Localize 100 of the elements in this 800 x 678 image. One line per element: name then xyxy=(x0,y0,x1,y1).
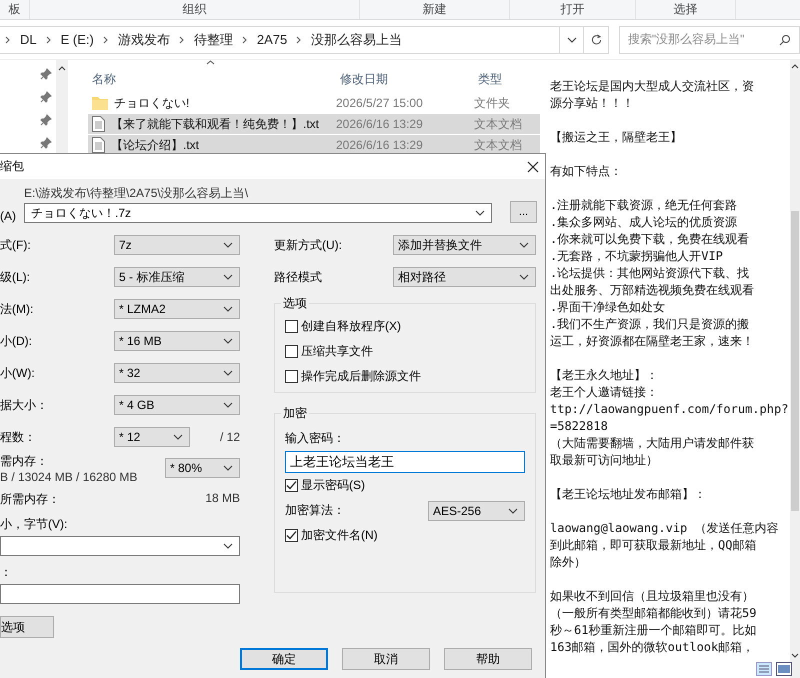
chevron-down-icon xyxy=(223,543,233,549)
preview-text-line: .集众多网站、成人论坛的优质资源 xyxy=(550,214,738,231)
ribbon-group-label[interactable]: 板 xyxy=(0,0,30,19)
browse-button[interactable]: ... xyxy=(510,201,537,223)
archive-label: (A) xyxy=(0,209,16,223)
scroll-up-icon xyxy=(791,64,799,69)
preview-text-line: .我们不生产资源，我们只是资源的搬 xyxy=(550,316,750,333)
chevron-right-icon xyxy=(295,36,304,44)
folder-icon xyxy=(92,96,108,110)
checkbox-option[interactable]: 操作完成后删除源文件 xyxy=(285,364,525,389)
file-type: 文本文档 xyxy=(474,138,523,152)
ribbon-group-label[interactable]: 选择 xyxy=(636,0,736,19)
file-date: 2026/6/16 13:29 xyxy=(336,118,424,130)
chevron-down-icon xyxy=(223,274,233,280)
field-label: 需内存： xyxy=(0,452,49,470)
field-label: 据大小： xyxy=(0,396,48,414)
chevron-down-icon xyxy=(508,508,518,514)
dropdown[interactable]: * 32 xyxy=(114,363,240,383)
ribbon-group-label[interactable]: 新建 xyxy=(360,0,510,19)
dialog-button[interactable]: 确定 xyxy=(240,648,328,670)
preview-text-line: 如果收不到回信（且垃圾箱里也没有） xyxy=(550,588,755,605)
file-type: 文本文档 xyxy=(474,118,523,130)
chevron-right-icon xyxy=(240,36,249,44)
field-label: 加密算法： xyxy=(285,502,345,519)
preview-text-line: .注册就能下载资源，绝无任何套路 xyxy=(550,197,738,214)
checkbox-option[interactable]: 加密文件名(N) xyxy=(285,523,525,548)
dropdown[interactable]: 5 - 标准压缩 xyxy=(114,267,240,287)
checkbox-option[interactable]: 创建自释放程序(X) xyxy=(285,314,525,339)
memory-detail: B / 13024 MB / 16280 MB xyxy=(0,470,138,484)
preview-text-line: 秒～61秒重新注册一个邮箱即可。比如 xyxy=(550,622,758,639)
close-icon[interactable] xyxy=(527,160,539,172)
file-date: 2026/6/16 13:29 xyxy=(336,138,424,152)
checkbox-option[interactable]: 压缩共享文件 xyxy=(285,339,525,364)
scroll-up-icon xyxy=(58,66,66,71)
breadcrumb[interactable]: DL xyxy=(16,32,41,47)
column-header[interactable]: 类型 xyxy=(474,71,534,88)
breadcrumb[interactable]: 待整理 xyxy=(190,30,237,48)
chevron-down-icon xyxy=(223,242,233,248)
field-label: 式(F): xyxy=(0,236,31,254)
file-name: 【论坛介绍】.txt xyxy=(111,138,200,152)
file-row[interactable]: 【来了就能下载和观看！纯免费！】.txt 2026/6/16 13:29 文本文档 xyxy=(88,114,540,134)
ribbon-group-label[interactable]: 打开 xyxy=(510,0,636,19)
search-icon xyxy=(779,34,791,46)
field-label: 更新方式(U): xyxy=(274,236,342,254)
dropdown[interactable]: * 80% xyxy=(165,458,240,478)
preview-text-line: 有如下特点： xyxy=(550,163,623,180)
ribbon-group-label[interactable]: 组织 xyxy=(30,0,360,19)
dialog-button[interactable]: 取消 xyxy=(342,648,430,670)
text-file-icon xyxy=(92,116,105,132)
checkmark-icon xyxy=(286,530,297,541)
field-label: 级(L): xyxy=(0,268,30,286)
breadcrumb[interactable]: E (E:) xyxy=(56,32,98,47)
pin-icon xyxy=(40,68,52,80)
breadcrumb[interactable]: 没那么容易上当 xyxy=(307,30,406,48)
dropdown[interactable]: * 16 MB xyxy=(114,331,240,351)
dropdown[interactable]: * 4 GB xyxy=(114,395,240,415)
dropdown[interactable]: 相对路径 xyxy=(393,267,536,287)
preview-text-line: 取最新可访问地址） xyxy=(550,452,659,469)
options-button[interactable]: 选项 xyxy=(0,616,54,638)
preview-text-line: 【老王永久地址】： xyxy=(550,367,659,384)
dropdown[interactable]: AES-256 xyxy=(428,500,525,520)
search-field[interactable]: 搜索"没那么容易上当" xyxy=(618,26,800,54)
preview-text-line: （大陆需要翻墙，大陆用户请发邮件获 xyxy=(550,435,755,452)
file-row[interactable]: 【论坛介绍】.txt 2026/6/16 13:29 文本文档 xyxy=(88,135,540,155)
checkbox-option[interactable]: 显示密码(S) xyxy=(285,473,525,498)
dropdown[interactable]: * LZMA2 xyxy=(114,299,240,319)
volume-size-field[interactable] xyxy=(0,536,240,556)
dialog-button[interactable]: 帮助 xyxy=(444,648,532,670)
parameters-field[interactable] xyxy=(0,584,240,604)
chevron-down-icon xyxy=(223,465,233,471)
breadcrumb[interactable]: 游戏发布 xyxy=(114,30,174,48)
chevron-right-icon xyxy=(44,36,53,44)
preview-view-icon[interactable] xyxy=(776,662,792,676)
dropdown[interactable]: 7z xyxy=(114,235,240,255)
field-label: 路径模式 xyxy=(274,268,322,286)
field-label: 法(M): xyxy=(0,300,34,318)
column-header[interactable]: 修改日期 xyxy=(336,71,474,88)
dropdown[interactable]: 添加并替换文件 xyxy=(393,235,536,255)
archive-name-field[interactable]: チョロくない！.7z xyxy=(24,203,492,223)
file-row[interactable]: チョロくない! 2026/5/27 15:00 文件夹 xyxy=(88,93,540,113)
preview-text-line: 老王个人邀请链接： xyxy=(550,384,659,401)
pin-icon xyxy=(40,137,52,149)
details-view-icon[interactable] xyxy=(756,662,772,676)
refresh-button[interactable] xyxy=(584,26,609,54)
breadcrumb[interactable]: 2A75 xyxy=(252,32,292,47)
dropdown[interactable]: * 12 xyxy=(114,427,190,447)
scroll-thumb[interactable] xyxy=(791,211,799,511)
preview-text-line: 除外） xyxy=(550,554,587,571)
address-bar[interactable]: DL E (E:) 游戏发布 待整理 2A75 没那么容易上当 xyxy=(0,26,560,54)
group-title: 加密 xyxy=(282,405,308,422)
password-field[interactable]: 上老王论坛当老王 xyxy=(285,451,525,473)
preview-text-line: 到此邮箱，即可获取最新地址，QQ邮箱 xyxy=(550,537,758,554)
archive-path: E:\游戏发布\待整理\2A75\没那么容易上当\ xyxy=(24,185,250,202)
field-label: ： xyxy=(0,564,13,581)
column-header[interactable]: 名称 xyxy=(88,71,336,88)
preview-text-line: laowang@laowang.vip （发送任意内容 xyxy=(550,520,780,537)
checkmark-icon xyxy=(286,480,297,491)
field-label: 小(W): xyxy=(0,364,35,382)
field-label: 程数： xyxy=(0,428,36,446)
scrollbar[interactable] xyxy=(790,60,800,678)
